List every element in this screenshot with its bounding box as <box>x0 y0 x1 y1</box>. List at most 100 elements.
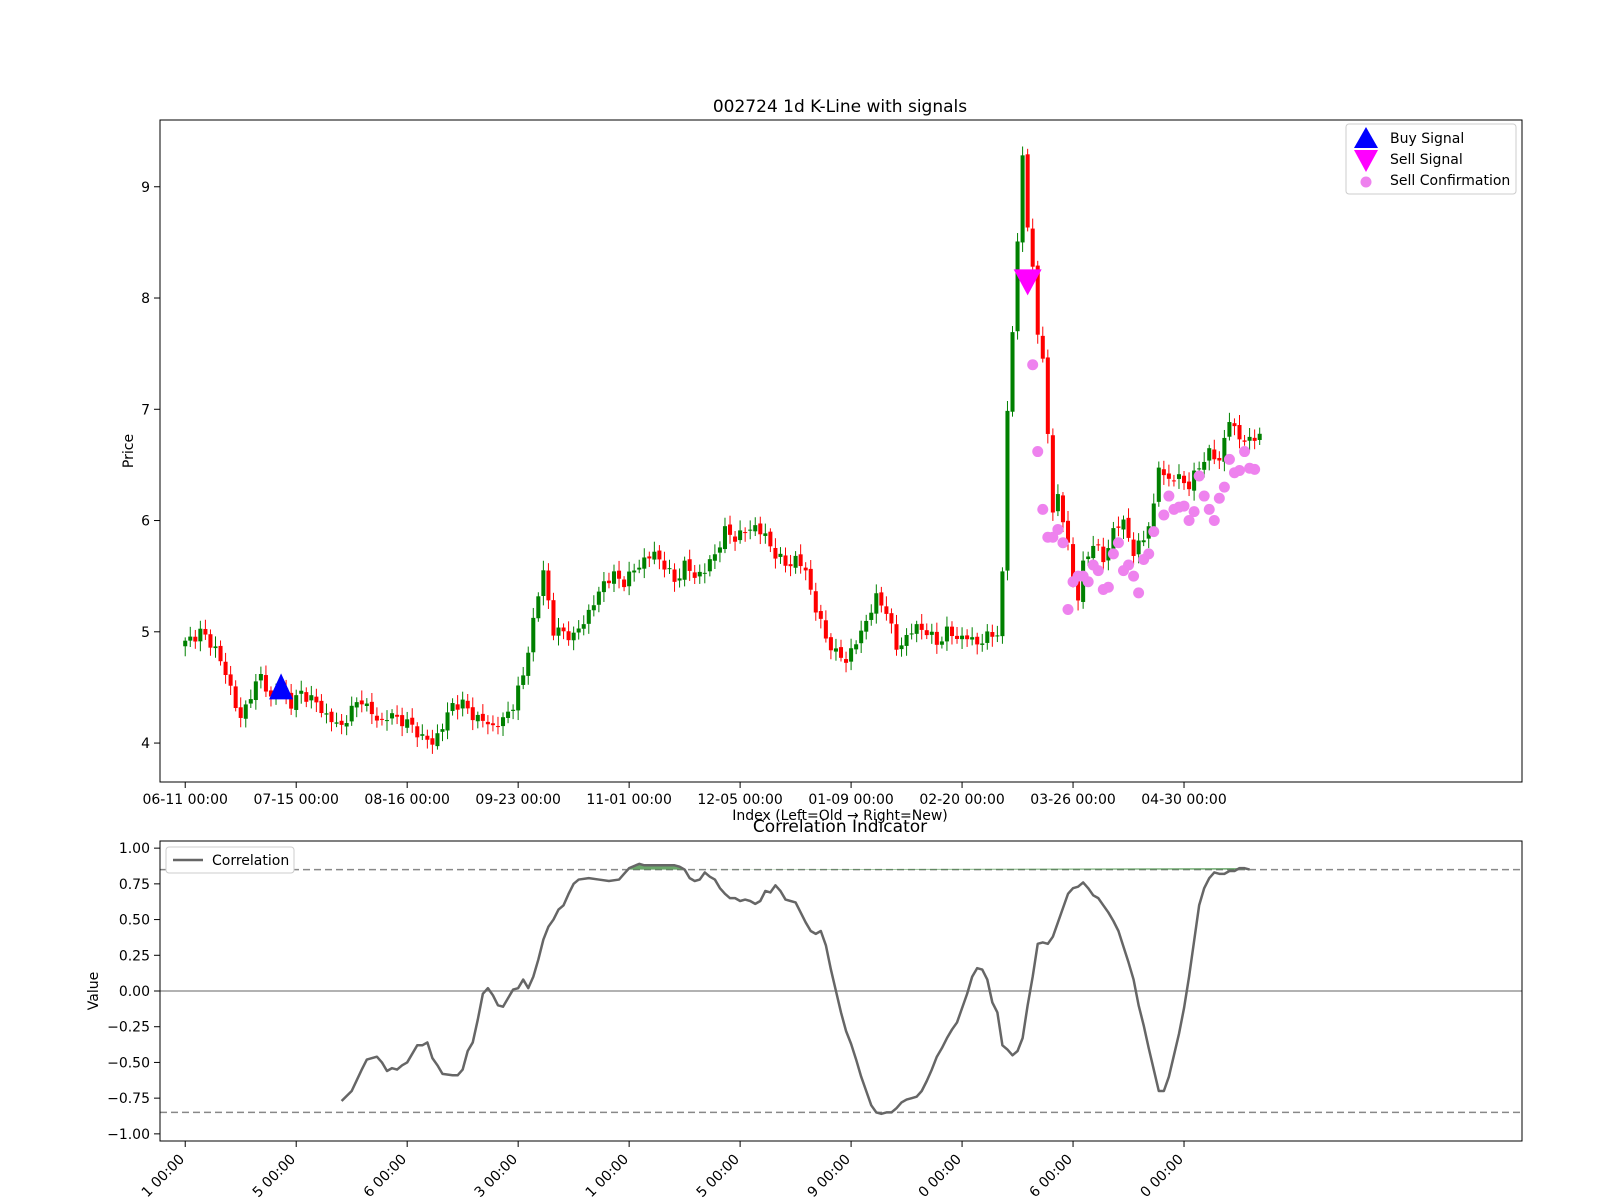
legend-confirm-label: Sell Confirmation <box>1390 173 1510 189</box>
kline-ytick-label: 4 <box>141 736 150 752</box>
candle-body <box>258 674 263 681</box>
candle-body <box>334 722 339 724</box>
legend-buy-label: Buy Signal <box>1390 131 1464 147</box>
candle-body <box>808 568 813 590</box>
candle-body <box>1045 357 1050 434</box>
sell-confirmation-point <box>1037 503 1049 515</box>
candle-body <box>733 536 738 542</box>
sell-confirmation-point <box>1193 470 1205 482</box>
candle-body <box>1010 332 1015 412</box>
candle-body <box>1232 423 1237 427</box>
candle-body <box>299 690 304 694</box>
candle-body <box>516 685 521 711</box>
candle-body <box>203 628 208 635</box>
candle-body <box>874 593 879 614</box>
kline-xtick-label: 03-26 00:00 <box>1030 792 1115 808</box>
candle-body <box>1166 473 1171 479</box>
candle-body <box>309 695 314 701</box>
candle-body <box>526 652 531 676</box>
candle-body <box>899 645 904 650</box>
candle-body <box>1257 433 1262 440</box>
sell-confirmation-point <box>1198 490 1210 502</box>
candle-body <box>1091 545 1096 559</box>
candle-body <box>435 733 440 747</box>
corr-title: Correlation Indicator <box>753 817 927 837</box>
candle-body <box>995 635 1000 637</box>
candle-body <box>294 695 299 710</box>
candle-body <box>828 637 833 651</box>
candle-body <box>470 707 475 721</box>
candle-body <box>430 738 435 745</box>
candle-body <box>1060 495 1065 523</box>
candle-body <box>909 633 914 635</box>
candle-body <box>1197 468 1202 470</box>
sell-confirmation-point <box>1057 537 1069 549</box>
candle-body <box>319 700 324 714</box>
candle-body <box>904 634 909 646</box>
candle-body <box>304 692 309 702</box>
sell-confirmation-point <box>1203 503 1215 515</box>
candle-body <box>818 611 823 619</box>
candle-body <box>1217 457 1222 461</box>
kline-xtick-label: 11-01 00:00 <box>586 792 671 808</box>
kline-xtick-label: 09-23 00:00 <box>475 792 560 808</box>
candle-body <box>561 627 566 632</box>
candle-body <box>193 636 198 642</box>
candle-body <box>183 640 188 647</box>
candle-body <box>980 643 985 645</box>
sell-confirmation-point <box>1213 492 1225 504</box>
candle-body <box>1055 494 1060 512</box>
legend-correlation-label: Correlation <box>212 853 289 869</box>
corr-ytick-label: −0.25 <box>107 1020 150 1036</box>
kline-title: 002724 1d K-Line with signals <box>713 97 967 117</box>
candle-body <box>395 714 400 717</box>
corr-ytick-label: −1.00 <box>107 1127 150 1143</box>
candle-body <box>596 591 601 605</box>
candle-body <box>1116 526 1121 528</box>
candle-body <box>1161 469 1166 476</box>
candle-body <box>1242 440 1247 442</box>
candle-body <box>672 569 677 582</box>
candle-body <box>223 661 228 676</box>
candle-body <box>1131 539 1136 556</box>
candle-body <box>823 620 828 639</box>
corr-ytick-label: −0.50 <box>107 1055 150 1071</box>
candle-body <box>213 646 218 649</box>
candle-body <box>541 570 546 596</box>
candle-body <box>1121 519 1126 530</box>
candle-body <box>531 617 536 653</box>
sell-confirmation-point <box>1133 587 1145 599</box>
candle-body <box>1101 546 1106 563</box>
candle-body <box>985 631 990 643</box>
candle-body <box>198 628 203 642</box>
corr-ytick-label: 0.25 <box>119 948 150 964</box>
candle-body <box>1151 503 1156 528</box>
corr-ytick-label: 0.75 <box>119 877 150 893</box>
candle-body <box>1086 556 1091 560</box>
legend-confirm-circle-icon <box>1360 176 1372 188</box>
candle-body <box>243 704 248 719</box>
sell-confirmation-point <box>1234 464 1246 476</box>
candle-body <box>743 532 748 534</box>
sell-confirmation-point <box>1102 581 1114 593</box>
candle-body <box>480 713 485 721</box>
candle-body <box>803 567 808 571</box>
candle-body <box>576 628 581 633</box>
sell-confirmation-point <box>1123 559 1135 571</box>
candle-body <box>390 713 395 719</box>
candle-body <box>748 529 753 531</box>
candle-body <box>571 632 576 641</box>
candle-body <box>1030 228 1035 267</box>
candle-body <box>1187 481 1192 490</box>
candle-body <box>551 600 556 636</box>
candle-body <box>374 715 379 721</box>
candle-body <box>844 659 849 663</box>
candle-body <box>455 704 460 710</box>
candle-body <box>188 636 193 641</box>
candle-body <box>697 571 702 577</box>
candle-body <box>788 564 793 567</box>
candle-body <box>1126 517 1131 538</box>
candle-body <box>758 523 763 535</box>
candle-body <box>934 631 939 645</box>
candle-body <box>687 559 692 571</box>
